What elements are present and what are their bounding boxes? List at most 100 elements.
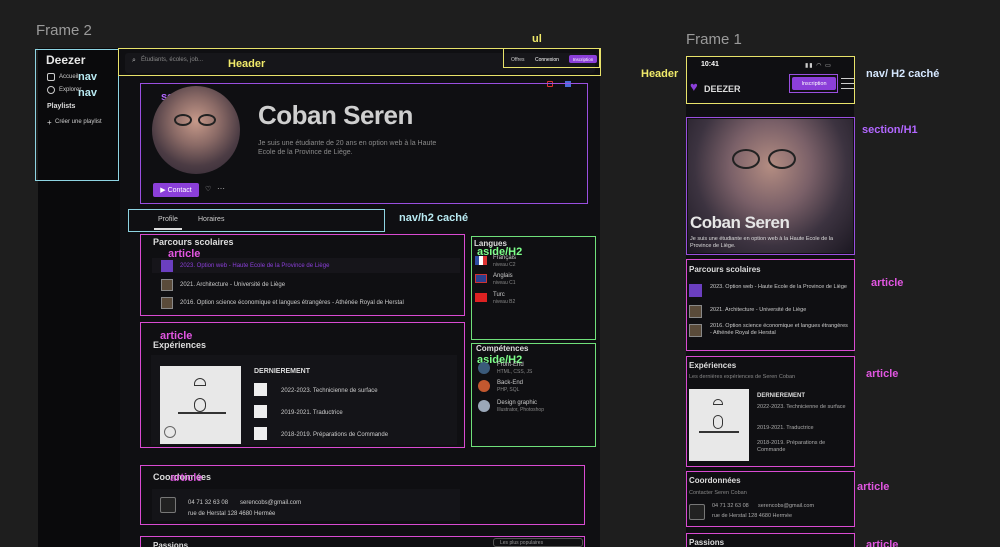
mobile-school-logo-3	[689, 324, 702, 337]
mobile-parcours-item-1[interactable]: 2023. Option web - Haute Ecole de la Pro…	[710, 284, 850, 291]
nav-h2-hidden-label: nav/h2 caché	[399, 212, 469, 224]
mobile-experience-item-3[interactable]: 2018-2019. Préparations de Commande	[757, 440, 847, 454]
more-icon[interactable]: ⋯	[217, 184, 225, 193]
profile-name: Coban Seren	[258, 100, 413, 130]
flag-tr-icon	[475, 293, 487, 302]
mobile-nav-box	[789, 74, 838, 93]
mobile-lamp-icon	[713, 399, 723, 405]
mobile-recent-label: DERNIEREMENT	[757, 393, 806, 399]
ul-annotation-box	[503, 48, 600, 68]
school-logo-2	[161, 279, 173, 291]
contact-button[interactable]: ▶ Contact	[153, 183, 199, 197]
mobile-coordonnees-title: Coordonnées	[689, 476, 741, 485]
skill-2-detail: PHP, SQL	[497, 387, 520, 393]
glasses-left	[174, 114, 192, 126]
exp-icon-3	[254, 427, 267, 440]
profile-bio: Je suis une étudiante de 20 ans en optio…	[258, 140, 437, 156]
contact-button-label: Contact	[167, 186, 192, 194]
language-3-name: Turc	[493, 292, 505, 298]
skill-1-name: Front-End	[497, 362, 524, 368]
contact-phone[interactable]: 04 71 32 63 08	[188, 500, 228, 506]
mobile-profile-bio: Je suis une étudiante en option web à la…	[690, 236, 834, 249]
heart-logo-icon: ♥	[690, 79, 698, 94]
skill-1-detail: HTML, CSS, JS	[497, 369, 533, 375]
recent-label: DERNIEREMENT	[254, 368, 311, 375]
status-time: 10:41	[701, 61, 719, 68]
contact-email[interactable]: serencobs@gmail.com	[240, 500, 301, 506]
frame-1-title: Frame 1	[686, 31, 742, 48]
mobile-experience-illustration	[689, 389, 749, 461]
mobile-parcours-item-2[interactable]: 2021. Architecture - Université de Liège	[710, 307, 850, 313]
experience-item-1[interactable]: 2022-2023. Technicienne de surface	[281, 388, 378, 394]
mobile-experience-item-1[interactable]: 2022-2023. Technicienne de surface	[757, 404, 847, 411]
mobile-article-label-2: article	[866, 368, 899, 380]
tab-horaires[interactable]: Horaires	[198, 216, 224, 223]
skill-2-name: Back-End	[497, 380, 524, 386]
mobile-experiences-title: Expériences	[689, 361, 737, 370]
status-icons: ▮▮ ◠ ▭	[805, 63, 832, 69]
passions-article-box	[140, 536, 585, 547]
mobile-parcours-item-3[interactable]: 2016. Option science économique et langu…	[710, 323, 850, 336]
backend-icon	[478, 380, 490, 392]
mobile-experience-item-2[interactable]: 2019-2021. Traductrice	[757, 425, 847, 431]
tab-underline	[154, 228, 182, 230]
mobile-header-label: Header	[641, 68, 679, 80]
language-2-name: Anglais	[493, 273, 513, 279]
glasses-right	[198, 114, 216, 126]
skill-3-name: Design graphic	[497, 400, 538, 406]
exp-icon-2	[254, 405, 267, 418]
skill-3-detail: Illustrator, Photoshop	[497, 407, 544, 413]
mobile-message-icon[interactable]	[689, 504, 705, 520]
skills-title: Compétences	[476, 344, 529, 353]
exp-icon-1	[254, 383, 267, 396]
desk-shape	[178, 412, 226, 414]
mobile-logo[interactable]: DEEZER	[704, 84, 741, 94]
language-2-level: niveau C1	[493, 280, 516, 286]
nav-label: nav	[78, 71, 97, 83]
flag-fr-icon	[475, 256, 487, 265]
parcours-item-1[interactable]: 2023. Option web - Haute Ecole de la Pro…	[180, 263, 329, 269]
mobile-article-label-3: article	[857, 481, 890, 493]
mobile-article-label-1: article	[871, 277, 904, 289]
mobile-desk-shape	[699, 431, 739, 433]
tab-profile[interactable]: Profile	[158, 216, 178, 223]
mobile-address: rue de Herstal 128 4680 Hermée	[712, 513, 793, 519]
nav-label-2: nav	[78, 87, 97, 99]
parcours-item-2[interactable]: 2021. Architecture - Université de Liège	[180, 282, 285, 288]
menu-icon[interactable]	[841, 78, 854, 89]
mobile-article-label-4: article	[866, 539, 899, 547]
experience-item-2[interactable]: 2019-2021. Traductrice	[281, 410, 343, 416]
school-logo-3	[161, 297, 173, 309]
mobile-phone[interactable]: 04 71 32 63 08	[712, 503, 749, 509]
profile-avatar	[152, 86, 240, 174]
mobile-passions-title: Passions	[689, 538, 725, 547]
person-shape	[194, 398, 206, 412]
mobile-nav-label: nav/ H2 caché	[866, 68, 940, 80]
mobile-school-logo-1	[689, 284, 702, 297]
language-1-level: niveau C2	[493, 262, 516, 268]
mobile-experiences-subtitle: Les dernières expériences de Seren Coban	[689, 374, 796, 380]
school-logo-1	[161, 260, 173, 272]
frame-2-title: Frame 2	[36, 22, 92, 39]
experiences-title: Expériences	[153, 340, 207, 350]
language-3-level: niveau B2	[493, 299, 516, 305]
ul-label: ul	[532, 33, 542, 45]
play-icon[interactable]	[164, 426, 176, 438]
lamp-icon	[194, 378, 206, 386]
mobile-coordonnees-subtitle: Contacter Seren Coban	[689, 490, 747, 496]
mobile-person-shape	[713, 415, 723, 429]
header-label: Header	[228, 58, 266, 70]
flag-uk-icon	[475, 274, 487, 283]
parcours-item-3[interactable]: 2016. Option science économique et langu…	[180, 300, 404, 306]
article-label-3: article	[170, 472, 203, 484]
experience-item-3[interactable]: 2018-2019. Préparations de Commande	[281, 432, 388, 438]
contact-address: rue de Herstal 128 4680 Hermée	[188, 511, 276, 517]
parcours-title: Parcours scolaires	[153, 237, 234, 247]
experience-illustration	[160, 366, 241, 444]
mobile-email[interactable]: serencobs@gmail.com	[758, 503, 814, 509]
mobile-profile-name: Coban Seren	[690, 213, 790, 232]
design-icon	[478, 400, 490, 412]
message-icon[interactable]	[160, 497, 176, 513]
mobile-parcours-title: Parcours scolaires	[689, 265, 761, 274]
heart-icon[interactable]: ♡	[205, 185, 211, 193]
